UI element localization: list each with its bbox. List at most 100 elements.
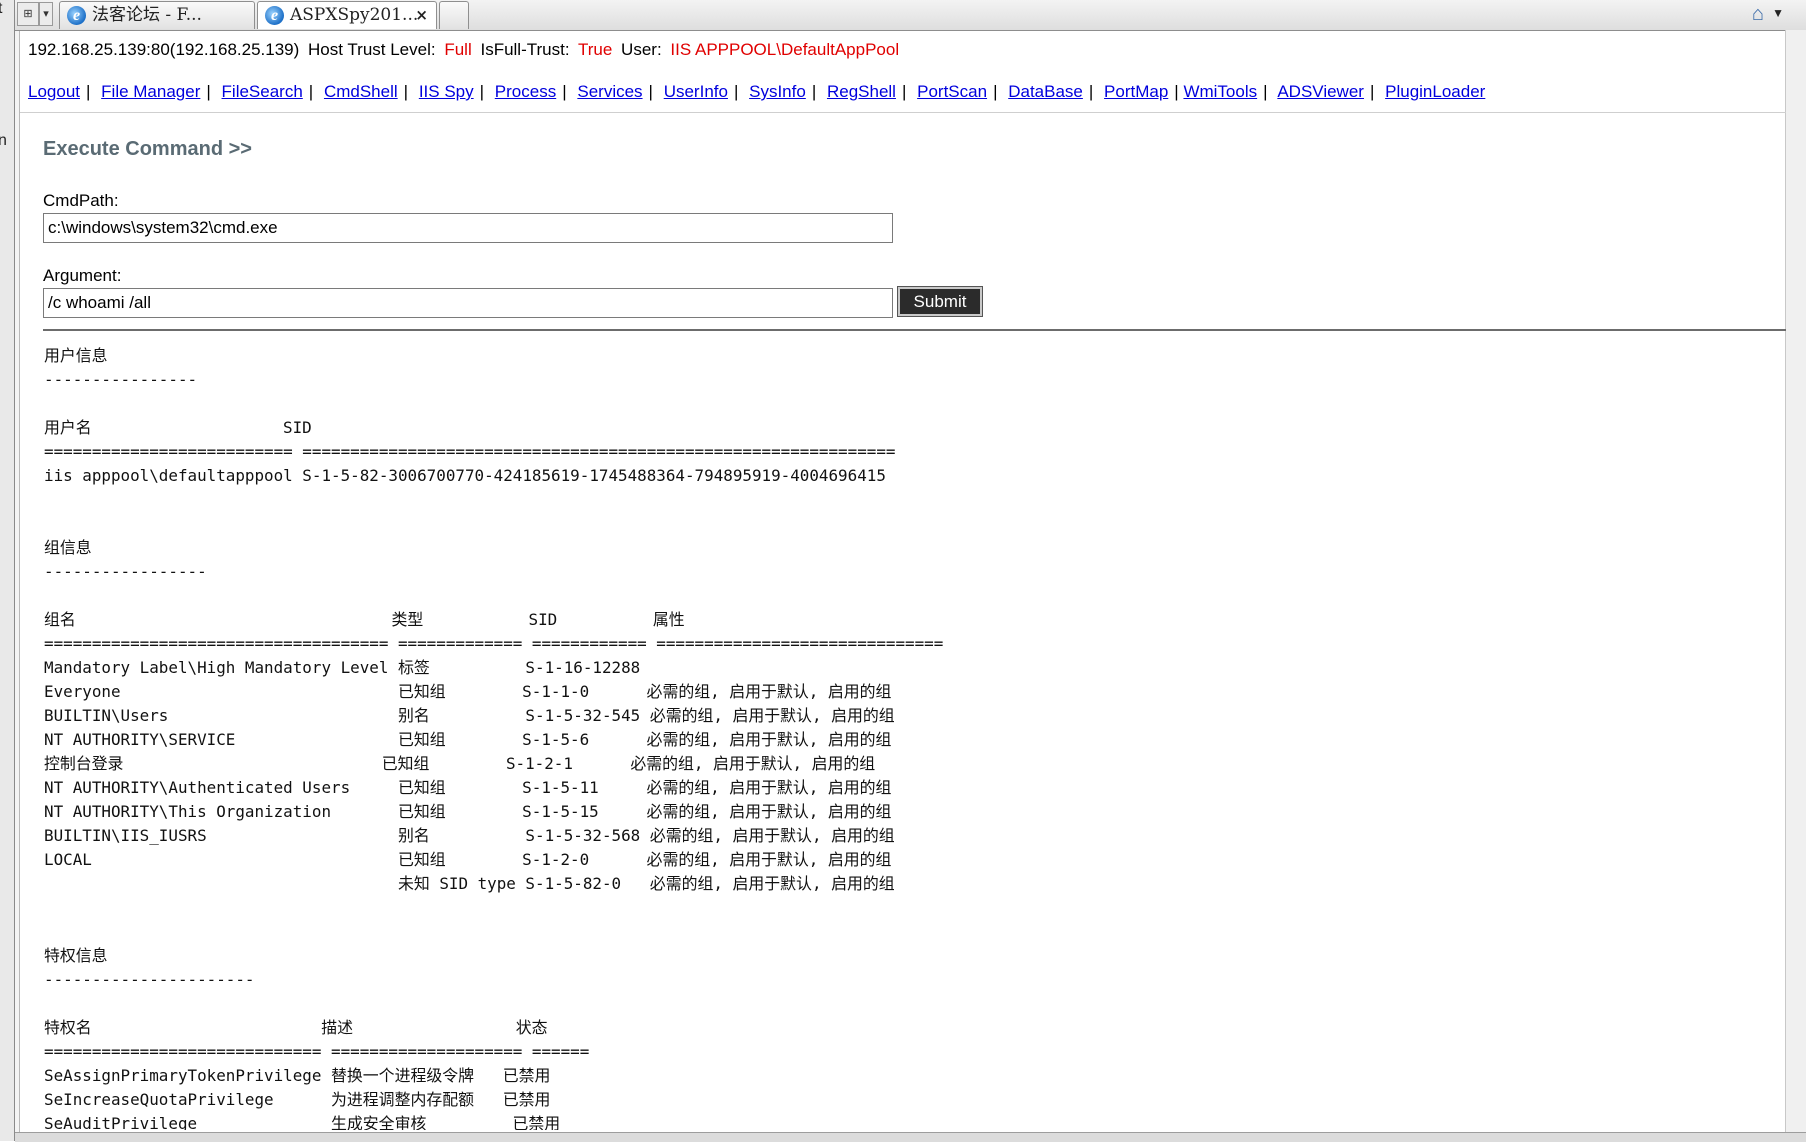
output-line: 控制台登录 已知组 S-1-2-1 必需的组, 启用于默认, 启用的组 xyxy=(44,754,876,773)
nav-separator: | xyxy=(308,82,314,101)
nav-divider xyxy=(20,112,1786,113)
output-line: ----------------- xyxy=(44,562,207,581)
output-line: SeAssignPrimaryTokenPrivilege 替换一个进程级令牌 … xyxy=(44,1066,551,1085)
nav-iis-spy[interactable]: IIS Spy xyxy=(419,82,474,101)
output-line: SeIncreaseQuotaPrivilege 为进程调整内存配额 已禁用 xyxy=(44,1090,551,1109)
output-line: ============================= ==========… xyxy=(44,1042,590,1061)
submit-button[interactable]: Submit xyxy=(897,286,983,317)
host-address: 192.168.25.139:80(192.168.25.139) xyxy=(28,40,300,59)
output-line: NT AUTHORITY\SERVICE 已知组 S-1-5-6 必需的组, 启… xyxy=(44,730,892,749)
output-line: ---------------- xyxy=(44,370,198,389)
close-tab-icon[interactable]: × xyxy=(415,2,428,28)
tab-title: ASPXSpy201... xyxy=(290,5,419,25)
output-line: 特权信息 xyxy=(44,946,108,965)
nav-separator: | xyxy=(901,82,907,101)
nav-portmap[interactable]: PortMap xyxy=(1104,82,1168,101)
nav-separator: | xyxy=(1369,82,1375,101)
user-value: IIS APPPOOL\DefaultAppPool xyxy=(670,40,900,59)
ie-icon: e xyxy=(67,6,86,25)
output-line: BUILTIN\IIS_IUSRS 别名 S-1-5-32-568 必需的组, … xyxy=(44,826,895,845)
gutter-fragment: t xyxy=(0,0,2,18)
output-line: 特权名 描述 状态 xyxy=(44,1018,548,1037)
argument-label: Argument: xyxy=(43,266,122,285)
output-line: NT AUTHORITY\This Organization 已知组 S-1-5… xyxy=(44,802,892,821)
output-line: Mandatory Label\High Mandatory Level 标签 … xyxy=(44,658,641,677)
chevron-down-icon[interactable]: ▼ xyxy=(1772,6,1784,20)
command-output: 用户信息 ---------------- 用户名 SID =============… xyxy=(44,344,1744,1130)
nav-regshell[interactable]: RegShell xyxy=(827,82,896,101)
full-trust-label: IsFull-Trust: xyxy=(480,40,570,59)
nav-separator: | xyxy=(1263,82,1268,101)
output-line: 用户信息 xyxy=(44,346,108,365)
quick-tabs-grid-icon[interactable]: ⊞ xyxy=(17,2,39,26)
output-line: NT AUTHORITY\Authenticated Users 已知组 S-1… xyxy=(44,778,892,797)
output-line: 组信息 xyxy=(44,538,92,557)
home-icon[interactable]: ⌂ xyxy=(1752,3,1764,26)
output-line: ========================== =============… xyxy=(44,442,896,461)
full-trust-value: True xyxy=(577,40,613,59)
nav-separator: | xyxy=(86,82,91,101)
vertical-scrollbar[interactable] xyxy=(1785,30,1806,1141)
output-line: LOCAL 已知组 S-1-2-0 必需的组, 启用于默认, 启用的组 xyxy=(44,850,892,869)
new-tab-button[interactable] xyxy=(439,1,469,29)
output-line: ==================================== ===… xyxy=(44,634,944,653)
left-window-edge: t n xyxy=(0,0,15,1141)
output-line: BUILTIN\Users 别名 S-1-5-32-545 必需的组, 启用于默… xyxy=(44,706,895,725)
host-info-line: 192.168.25.139:80(192.168.25.139) Host T… xyxy=(28,40,903,60)
output-divider xyxy=(43,329,1786,331)
ie-icon: e xyxy=(265,6,284,25)
nav-logout[interactable]: Logout xyxy=(28,82,80,101)
output-line: iis apppool\defaultapppool S-1-5-82-3006… xyxy=(44,466,886,485)
nav-portscan[interactable]: PortScan xyxy=(917,82,987,101)
output-line: 未知 SID type S-1-5-82-0 必需的组, 启用于默认, 启用的组 xyxy=(44,874,895,893)
output-line: 用户名 SID xyxy=(44,418,312,437)
nav-sysinfo[interactable]: SysInfo xyxy=(749,82,806,101)
nav-separator: | xyxy=(206,82,211,101)
output-line: SeAuditPrivilege 生成安全审核 已禁用 xyxy=(44,1114,561,1130)
nav-services[interactable]: Services xyxy=(577,82,642,101)
cmdpath-label: CmdPath: xyxy=(43,191,119,210)
nav-separator: | xyxy=(993,82,998,101)
section-title: Execute Command >> xyxy=(43,138,252,160)
gutter-fragment: n xyxy=(0,132,7,150)
nav-separator: | xyxy=(1088,82,1094,101)
nav-separator: | xyxy=(479,82,485,101)
main-navigation: Logout | File Manager | FileSearch | CmdShe… xyxy=(28,82,1485,102)
user-label: User: xyxy=(621,40,662,59)
cmdpath-input[interactable]: c:\windows\system32\cmd.exe xyxy=(43,213,893,243)
tab-list-dropdown-icon[interactable]: ▾ xyxy=(39,2,53,26)
trust-level-value: Full xyxy=(444,40,472,59)
nav-userinfo[interactable]: UserInfo xyxy=(664,82,728,101)
nav-separator: | xyxy=(733,82,739,101)
argument-input[interactable]: /c whoami /all xyxy=(43,288,893,318)
output-line: Everyone 已知组 S-1-1-0 必需的组, 启用于默认, 启用的组 xyxy=(44,682,892,701)
nav-adsviewer[interactable]: ADSViewer xyxy=(1277,82,1364,101)
nav-separator: | xyxy=(403,82,409,101)
nav-pluginloader[interactable]: PluginLoader xyxy=(1385,82,1485,101)
left-frame-border xyxy=(15,30,20,1141)
browser-tab-forum[interactable]: e 法客论坛 - F... xyxy=(59,1,255,29)
trust-level-label: Host Trust Level: xyxy=(308,40,436,59)
nav-process[interactable]: Process xyxy=(495,82,556,101)
browser-tab-aspxspy[interactable]: e ASPXSpy201... × xyxy=(257,1,437,29)
nav-separator: | xyxy=(811,82,817,101)
nav-filesearch[interactable]: FileSearch xyxy=(222,82,303,101)
nav-separator: | xyxy=(562,82,567,101)
tab-title: 法客论坛 - F... xyxy=(92,5,202,25)
nav-wmitools[interactable]: WmiTools xyxy=(1183,82,1257,101)
nav-separator: | xyxy=(1174,82,1179,101)
output-line: ---------------------- xyxy=(44,970,255,989)
output-line: 组名 类型 SID 属性 xyxy=(44,610,685,629)
nav-separator: | xyxy=(648,82,653,101)
browser-tab-bar: ⊞ ▾ e 法客论坛 - F... e ASPXSpy201... × ⌂ ▼ xyxy=(15,0,1806,31)
nav-cmdshell[interactable]: CmdShell xyxy=(324,82,398,101)
nav-file-manager[interactable]: File Manager xyxy=(101,82,200,101)
nav-database[interactable]: DataBase xyxy=(1008,82,1083,101)
